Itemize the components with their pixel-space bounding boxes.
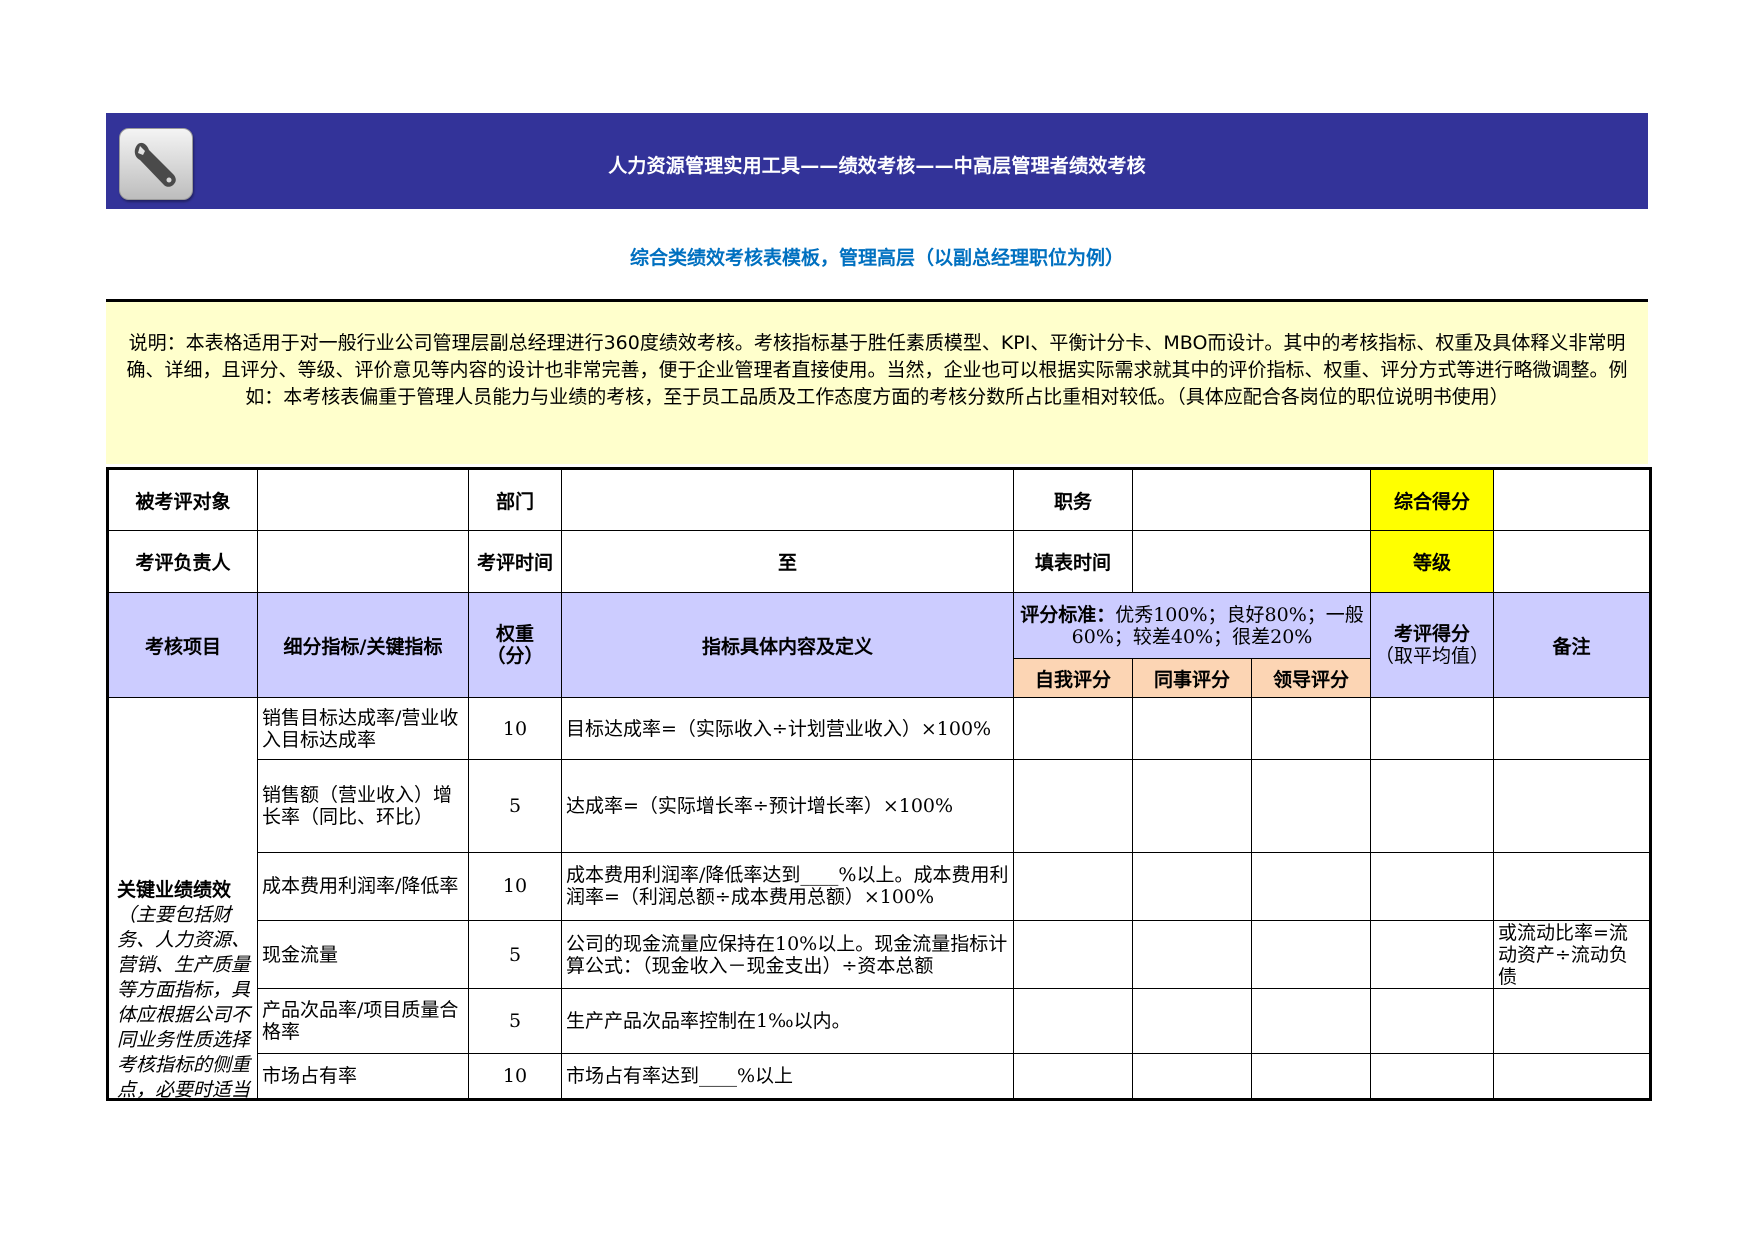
- weight-value: 5: [468, 988, 562, 1054]
- dept-label: 部门: [468, 468, 562, 531]
- position-label: 职务: [1013, 468, 1133, 531]
- subject-input[interactable]: [257, 468, 469, 531]
- self-score-cell[interactable]: [1013, 1052, 1133, 1101]
- sub-indicator: 销售目标达成率/营业收入目标达成率: [257, 696, 469, 761]
- reviewer-label: 考评负责人: [107, 530, 258, 593]
- page-title: 人力资源管理实用工具——绩效考核——中高层管理者绩效考核: [608, 155, 1146, 177]
- peer-score-cell[interactable]: [1132, 988, 1252, 1054]
- grade-input[interactable]: [1493, 530, 1651, 593]
- peer-score-cell[interactable]: [1132, 851, 1252, 922]
- category-note: （主要包括财务、人力资源、营销、生产质量等方面指标，具体应根据公司不同业务性质选…: [117, 904, 251, 1098]
- indicator-definition: 成本费用利润率/降低率达到____%以上。成本费用利润率=（利润总额÷成本费用总…: [561, 851, 1014, 922]
- weight-value: 10: [468, 851, 562, 922]
- leader-score-cell[interactable]: [1251, 759, 1371, 853]
- score-cell[interactable]: [1370, 759, 1494, 853]
- table-row: 成本费用利润率/降低率 10 成本费用利润率/降低率达到____%以上。成本费用…: [108, 851, 1651, 922]
- col-sub-header: 细分指标/关键指标: [257, 592, 469, 698]
- self-score-cell[interactable]: [1013, 696, 1133, 761]
- info-row-2: 考评负责人 考评时间 至 填表时间 等级: [107, 530, 1651, 593]
- total-score-label: 综合得分: [1370, 468, 1494, 531]
- indicator-definition: 目标达成率=（实际收入÷计划营业收入）×100%: [561, 696, 1014, 761]
- appraisal-table: 被考评对象 部门 职务 综合得分 考评负责人 考评时间 至 填表时间 等级 考核…: [106, 467, 1652, 1101]
- remark-cell[interactable]: [1493, 988, 1651, 1054]
- fill-date-input[interactable]: [1132, 530, 1371, 593]
- position-input[interactable]: [1132, 468, 1371, 531]
- weight-value: 10: [468, 696, 562, 761]
- table-row: 产品次品率/项目质量合格率 5 生产产品次品率控制在1‰以内。: [108, 988, 1651, 1054]
- subject-label: 被考评对象: [107, 468, 258, 531]
- period-input[interactable]: 至: [561, 530, 1014, 593]
- sub-indicator: 成本费用利润率/降低率: [257, 851, 469, 922]
- self-score-cell[interactable]: [1013, 759, 1133, 853]
- indicator-definition: 达成率=（实际增长率÷预计增长率）×100%: [561, 759, 1014, 853]
- score-cell[interactable]: [1370, 851, 1494, 922]
- page: 人力资源管理实用工具——绩效考核——中高层管理者绩效考核 综合类绩效考核表模板，…: [106, 113, 1652, 1101]
- score-cell[interactable]: [1370, 920, 1494, 990]
- weight-value: 5: [468, 920, 562, 990]
- grade-label: 等级: [1370, 530, 1494, 593]
- peer-score-cell[interactable]: [1132, 759, 1252, 853]
- table-row: 现金流量 5 公司的现金流量应保持在10%以上。现金流量指标计算公式：（现金收入…: [108, 920, 1651, 990]
- period-label: 考评时间: [468, 530, 562, 593]
- info-row-1: 被考评对象 部门 职务 综合得分: [107, 468, 1651, 531]
- remark-cell[interactable]: [1493, 759, 1651, 853]
- peer-score-cell[interactable]: [1132, 696, 1252, 761]
- description-text: 说明：本表格适用于对一般行业公司管理层副总经理进行360度绩效考核。考核指标基于…: [126, 332, 1628, 408]
- col-peer-score: 同事评分: [1132, 658, 1252, 698]
- sub-indicator: 市场占有率: [257, 1052, 469, 1101]
- scoring-standard-text: 优秀100%；良好80%；一般60%；较差40%；很差20%: [1071, 603, 1364, 648]
- leader-score-cell[interactable]: [1251, 851, 1371, 922]
- header-banner: 人力资源管理实用工具——绩效考核——中高层管理者绩效考核: [106, 113, 1648, 209]
- score-cell[interactable]: [1370, 696, 1494, 761]
- weight-value: 5: [468, 759, 562, 853]
- score-cell[interactable]: [1370, 988, 1494, 1054]
- table-row: 市场占有率 10 市场占有率达到____%以上: [108, 1052, 1651, 1101]
- form-subtitle: 综合类绩效考核表模板，管理高层（以副总经理职位为例）: [629, 247, 1124, 269]
- leader-score-cell[interactable]: [1251, 988, 1371, 1054]
- dept-input[interactable]: [561, 468, 1014, 531]
- reviewer-input[interactable]: [257, 530, 469, 593]
- total-score-input[interactable]: [1493, 468, 1651, 531]
- category-title: 关键业绩绩效: [117, 879, 232, 901]
- peer-score-cell[interactable]: [1132, 1052, 1252, 1101]
- col-weight-header: 权重（分）: [468, 592, 562, 698]
- fill-date-label: 填表时间: [1013, 530, 1133, 593]
- scoring-standard-header: 评分标准：优秀100%；良好80%；一般60%；较差40%；很差20%: [1013, 592, 1371, 659]
- header-row-1: 考核项目 细分指标/关键指标 权重（分） 指标具体内容及定义 评分标准：优秀10…: [107, 592, 1651, 698]
- leader-score-cell[interactable]: [1251, 920, 1371, 990]
- indicator-definition: 生产产品次品率控制在1‰以内。: [561, 988, 1014, 1054]
- col-score-header: 考评得分（取平均值）: [1370, 592, 1494, 698]
- remark-cell[interactable]: [1493, 696, 1651, 761]
- scoring-standard-label: 评分标准：: [1020, 603, 1116, 626]
- table-row: 销售额（营业收入）增长率（同比、环比） 5 达成率=（实际增长率÷预计增长率）×…: [108, 759, 1651, 853]
- col-item-header: 考核项目: [107, 592, 258, 698]
- remark-cell[interactable]: [1493, 1052, 1651, 1101]
- self-score-cell[interactable]: [1013, 920, 1133, 990]
- score-header-label: 考评得分: [1393, 623, 1470, 645]
- leader-score-cell[interactable]: [1251, 1052, 1371, 1101]
- indicator-definition: 公司的现金流量应保持在10%以上。现金流量指标计算公式：（现金收入－现金支出）÷…: [561, 920, 1014, 990]
- peer-score-cell[interactable]: [1132, 920, 1252, 990]
- sub-indicator: 现金流量: [257, 920, 469, 990]
- score-cell[interactable]: [1370, 1052, 1494, 1101]
- sub-indicator: 产品次品率/项目质量合格率: [257, 988, 469, 1054]
- table-row: 关键业绩绩效 （主要包括财务、人力资源、营销、生产质量等方面指标，具体应根据公司…: [107, 696, 1651, 1100]
- category-key-performance: 关键业绩绩效 （主要包括财务、人力资源、营销、生产质量等方面指标，具体应根据公司…: [107, 697, 258, 1100]
- col-leader-score: 领导评分: [1251, 658, 1371, 698]
- description-box: 说明：本表格适用于对一般行业公司管理层副总经理进行360度绩效考核。考核指标基于…: [106, 299, 1648, 464]
- score-header-note: （取平均值）: [1375, 645, 1490, 667]
- col-self-score: 自我评分: [1013, 658, 1133, 698]
- col-definition-header: 指标具体内容及定义: [561, 592, 1014, 698]
- leader-score-cell[interactable]: [1251, 696, 1371, 761]
- remark-cell[interactable]: [1493, 851, 1651, 922]
- weight-value: 10: [468, 1052, 562, 1101]
- remark-cell[interactable]: 或流动比率=流动资产÷流动负债: [1493, 920, 1651, 990]
- col-remark-header: 备注: [1493, 592, 1651, 698]
- self-score-cell[interactable]: [1013, 988, 1133, 1054]
- sub-indicator: 销售额（营业收入）增长率（同比、环比）: [257, 759, 469, 853]
- indicator-definition: 市场占有率达到____%以上: [561, 1052, 1014, 1101]
- self-score-cell[interactable]: [1013, 851, 1133, 922]
